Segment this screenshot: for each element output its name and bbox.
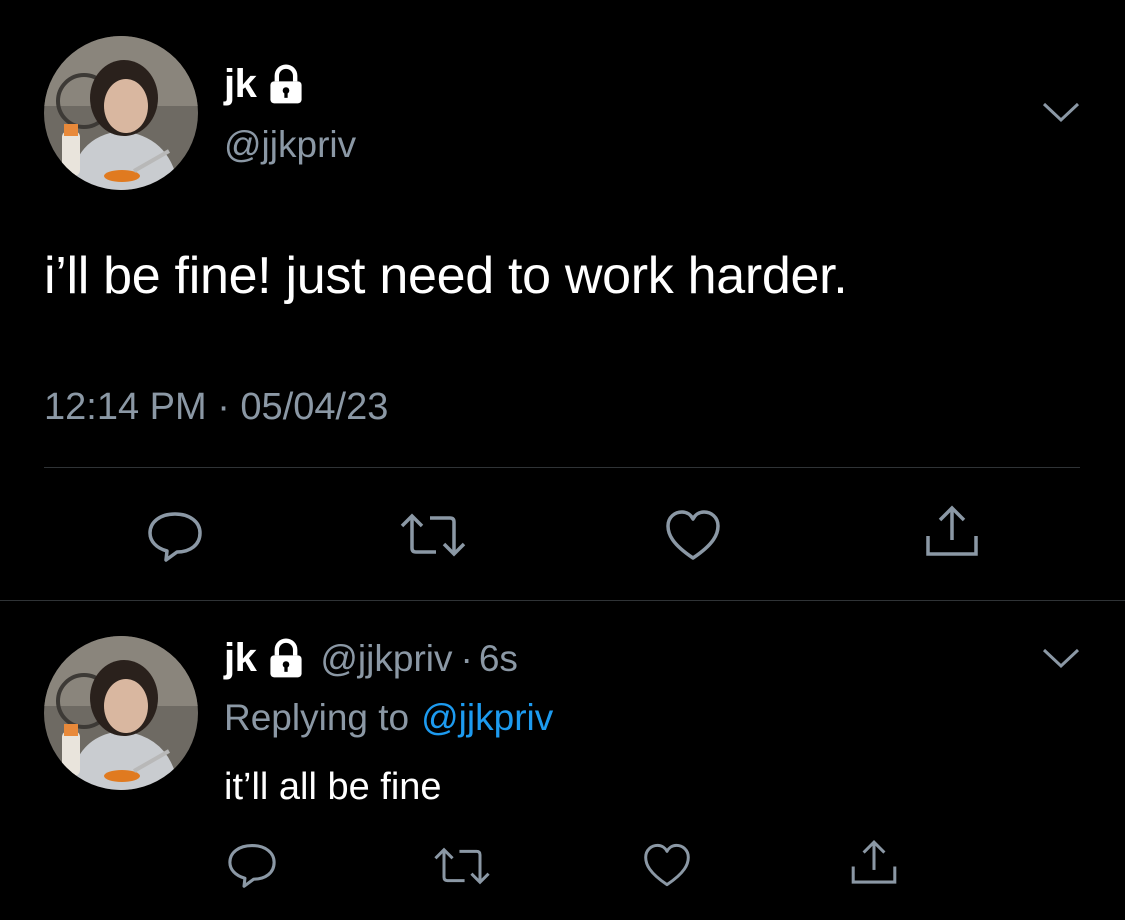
profile-photo [44, 636, 198, 790]
like-button[interactable] [664, 508, 722, 562]
replying-to-label: Replying to [224, 697, 410, 738]
reply-icon [228, 843, 276, 888]
lock-icon [264, 63, 308, 107]
replying-to-mention[interactable]: @jjkpriv [421, 697, 553, 739]
meta-separator: · [460, 637, 473, 679]
tweet-timestamp[interactable]: 12:14 PM · 05/04/23 [44, 386, 388, 429]
chevron-down-icon[interactable] [1040, 96, 1082, 126]
lock-icon [264, 637, 308, 681]
share-icon [851, 840, 897, 884]
retweet-icon [434, 847, 490, 885]
handle[interactable]: @jjkpriv [224, 124, 356, 166]
profile-photo [44, 36, 198, 190]
reply-display-name[interactable]: jk [224, 636, 257, 681]
reply-text: it’ll all be fine [224, 766, 442, 808]
share-button[interactable] [848, 838, 900, 888]
display-name[interactable]: jk [224, 62, 257, 107]
share-button[interactable] [922, 504, 982, 560]
section-divider [0, 600, 1125, 601]
retweet-button[interactable] [432, 846, 492, 886]
retweet-button[interactable] [398, 512, 468, 558]
reply-handle[interactable]: @jjkpriv [320, 638, 452, 680]
heart-icon [666, 510, 720, 560]
tweet-text: i’ll be fine! just need to work harder. [44, 247, 848, 305]
reply-button[interactable] [146, 510, 204, 562]
reply-button[interactable] [226, 842, 278, 888]
heart-icon [644, 843, 690, 887]
share-icon [926, 505, 978, 556]
like-button[interactable] [642, 842, 692, 888]
retweet-icon [400, 513, 466, 557]
reply-icon [148, 512, 202, 562]
reply-avatar[interactable] [44, 636, 198, 790]
divider [44, 467, 1080, 468]
avatar[interactable] [44, 36, 198, 190]
reply-age: 6s [478, 637, 518, 679]
chevron-down-icon[interactable] [1040, 642, 1082, 672]
